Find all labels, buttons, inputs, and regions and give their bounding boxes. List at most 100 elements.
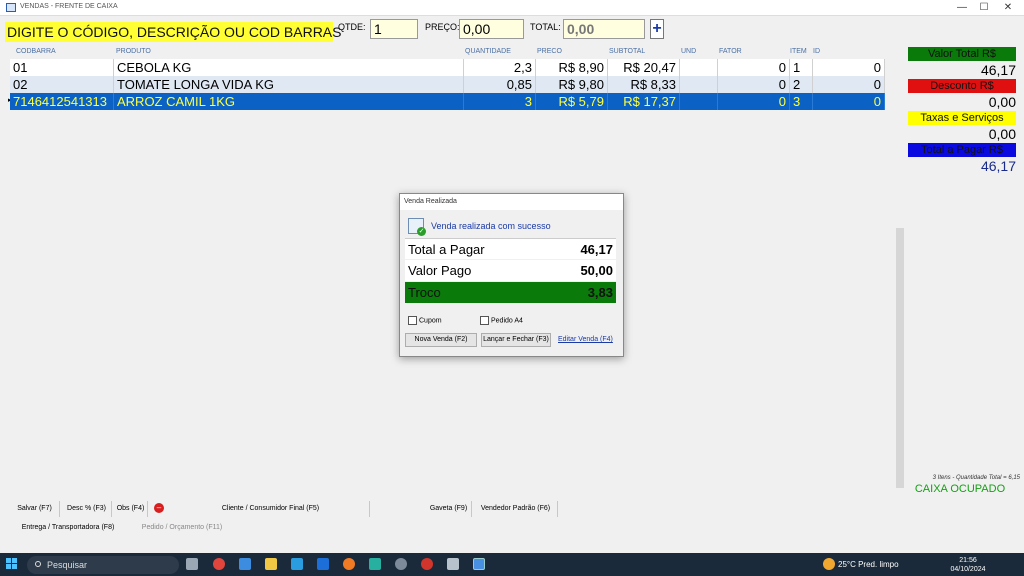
nova-venda-button[interactable]: Nova Venda (F2) <box>405 333 477 347</box>
table-row[interactable]: 01 CEBOLA KG 2,3 R$ 8,90 R$ 20,47 0 1 0 <box>10 59 885 76</box>
app-icon <box>6 3 16 12</box>
dialog-total-pagar-value: 46,17 <box>580 242 613 257</box>
dialog-troco-label: Troco <box>408 285 441 300</box>
cell-subtotal: R$ 20,47 <box>608 59 680 76</box>
gaveta-button[interactable]: Gaveta (F9) <box>426 501 472 517</box>
cell-subtotal: R$ 17,37 <box>608 93 680 110</box>
table-row[interactable]: 02 TOMATE LONGA VIDA KG 0,85 R$ 9,80 R$ … <box>10 76 885 93</box>
cell-preco: R$ 9,80 <box>536 76 608 93</box>
copilot-icon[interactable] <box>239 558 251 570</box>
caixa-status: CAIXA OCUPADO <box>914 483 1006 495</box>
dialog-valor-pago-value: 50,00 <box>580 263 613 278</box>
entrega-button[interactable]: Entrega / Transportadora (F8) <box>14 520 122 536</box>
items-info: 3 Itens - Quantidade Total = 6,15 <box>932 475 1020 481</box>
cell-quantidade: 2,3 <box>464 59 536 76</box>
col-item[interactable]: ITEM <box>790 48 807 55</box>
col-produto[interactable]: PRODUTO <box>116 48 151 55</box>
desconto-label: Desconto R$ <box>908 79 1016 93</box>
col-preco[interactable]: PRECO <box>537 48 562 55</box>
cell-produto: CEBOLA KG <box>114 59 464 76</box>
pedido-a4-checkbox[interactable]: Pedido A4 <box>480 316 523 325</box>
app-icon-3[interactable] <box>395 558 407 570</box>
cell-item: 3 <box>790 93 813 110</box>
cell-id: 0 <box>813 93 885 110</box>
table-row-selected[interactable]: 7146412541313 ARROZ CAMIL 1KG 3 R$ 5,79 … <box>10 93 885 110</box>
scrollbar[interactable] <box>896 228 904 488</box>
cell-und <box>680 59 718 76</box>
firefox-icon[interactable] <box>343 558 355 570</box>
col-fator[interactable]: FATOR <box>719 48 742 55</box>
clock-time: 21:56 <box>959 557 977 564</box>
app-icon-5[interactable] <box>447 558 459 570</box>
cancel-icon[interactable]: – <box>154 503 164 513</box>
dialog-title: Venda Realizada <box>404 198 457 205</box>
chrome-icon[interactable] <box>213 558 225 570</box>
preco-label: PREÇO: <box>425 22 460 32</box>
dialog-valor-pago-label: Valor Pago <box>408 263 472 278</box>
taxas-label: Taxas e Serviços <box>908 111 1016 125</box>
cupom-label: Cupom <box>419 317 442 325</box>
qtde-input[interactable]: 1 <box>370 19 418 39</box>
editar-venda-link[interactable]: Editar Venda (F4) <box>558 336 613 343</box>
close-button[interactable]: ✕ <box>998 1 1018 15</box>
total-label: TOTAL: <box>530 22 561 32</box>
cell-fator: 0 <box>718 76 790 93</box>
app-icon-2[interactable] <box>369 558 381 570</box>
preco-input[interactable]: 0,00 <box>459 19 524 39</box>
cell-preco: R$ 8,90 <box>536 59 608 76</box>
cell-subtotal: R$ 8,33 <box>608 76 680 93</box>
task-view-icon[interactable] <box>186 558 198 570</box>
cell-codbarra: 01 <box>10 59 114 76</box>
taskbar-search[interactable]: Pesquisar <box>27 556 179 574</box>
lancar-fechar-button[interactable]: Lançar e Fechar (F3) <box>481 333 551 347</box>
valor-total-label: Valor Total R$ <box>908 47 1016 61</box>
col-quantidade[interactable]: QUANTIDADE <box>465 48 511 55</box>
cell-und <box>680 76 718 93</box>
maximize-button[interactable]: ☐ <box>974 1 994 15</box>
dialog-troco-row: Troco 3,83 <box>405 282 616 303</box>
cliente-button[interactable]: Cliente / Consumidor Final (F5) <box>172 501 370 517</box>
desconto-value: 0,00 <box>988 94 1016 110</box>
vendedor-button[interactable]: Vendedor Padrão (F6) <box>474 501 558 517</box>
col-subtotal[interactable]: SUBTOTAL <box>609 48 645 55</box>
window-titlebar: VENDAS - FRENTE DE CAIXA — ☐ ✕ <box>0 0 1024 16</box>
cell-id: 0 <box>813 76 885 93</box>
total-input[interactable]: 0,00 <box>563 19 645 39</box>
cell-codbarra: 02 <box>10 76 114 93</box>
desc-button[interactable]: Desc % (F3) <box>62 501 112 517</box>
col-und[interactable]: UND <box>681 48 696 55</box>
cell-preco: R$ 5,79 <box>536 93 608 110</box>
col-codbarra[interactable]: CODBARRA <box>16 48 56 55</box>
cell-fator: 0 <box>718 93 790 110</box>
qtde-label: QTDE: <box>338 22 366 32</box>
pedido-a4-label: Pedido A4 <box>491 317 523 325</box>
total-pagar-label: Total a Pagar R$ <box>908 143 1016 157</box>
mail-icon[interactable] <box>317 558 329 570</box>
valor-total-value: 46,17 <box>980 62 1016 78</box>
total-pagar-value: 46,17 <box>980 158 1016 174</box>
add-item-button[interactable]: + <box>650 19 664 39</box>
cell-produto: TOMATE LONGA VIDA KG <box>114 76 464 93</box>
dialog-total-pagar-label: Total a Pagar <box>408 242 485 257</box>
cell-quantidade: 3 <box>464 93 536 110</box>
cell-codbarra: 7146412541313 <box>10 93 114 110</box>
taxas-value: 0,00 <box>988 126 1016 142</box>
pdv-app-icon[interactable] <box>473 558 485 570</box>
cupom-checkbox[interactable]: Cupom <box>408 316 442 325</box>
file-explorer-icon[interactable] <box>265 558 277 570</box>
store-icon[interactable] <box>291 558 303 570</box>
pedido-orcamento-button[interactable]: Pedido / Orçamento (F11) <box>140 520 224 536</box>
search-icon <box>35 561 41 567</box>
col-id[interactable]: ID <box>813 48 820 55</box>
clock[interactable]: 21:56 04/10/2024 <box>950 556 986 574</box>
minimize-button[interactable]: — <box>952 1 972 15</box>
cell-item: 2 <box>790 76 813 93</box>
start-icon[interactable] <box>6 558 18 570</box>
weather-text[interactable]: 25°C Pred. limpo <box>838 560 899 569</box>
obs-button[interactable]: Obs (F4) <box>114 501 148 517</box>
dialog-total-pagar-row: Total a Pagar 46,17 <box>405 238 616 259</box>
cell-quantidade: 0,85 <box>464 76 536 93</box>
app-icon-4[interactable] <box>421 558 433 570</box>
salvar-button[interactable]: Salvar (F7) <box>10 501 60 517</box>
window-title: VENDAS - FRENTE DE CAIXA <box>20 3 118 10</box>
